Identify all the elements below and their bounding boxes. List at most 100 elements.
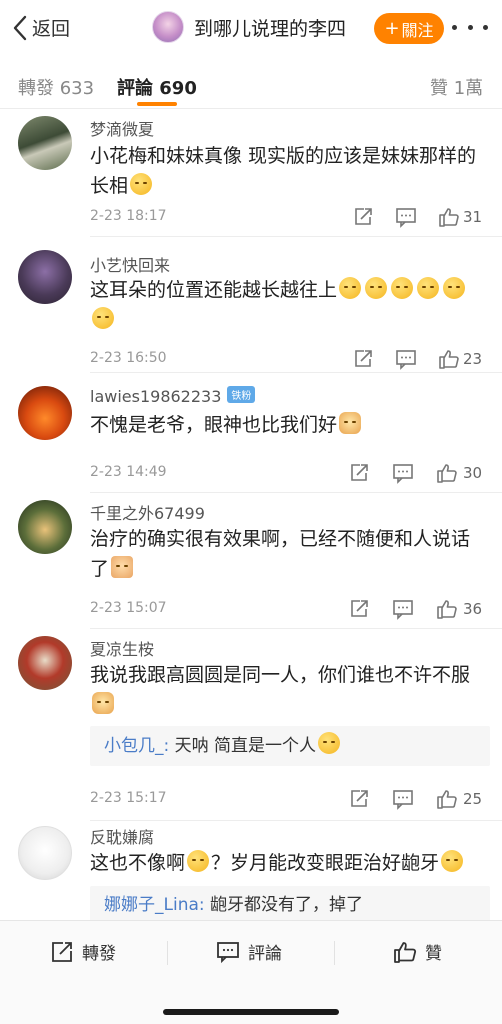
like-count: 36 bbox=[463, 600, 483, 618]
home-indicator[interactable] bbox=[163, 1009, 339, 1015]
like-count: 23 bbox=[463, 350, 483, 368]
chevron-left-icon bbox=[13, 15, 27, 40]
avatar[interactable] bbox=[18, 116, 72, 170]
comment-tabs: 轉發 633 評論 690 贊 1萬 bbox=[0, 64, 502, 108]
tab-repost[interactable]: 轉發 633 bbox=[18, 74, 94, 100]
like-count: 25 bbox=[463, 790, 483, 808]
repost-button[interactable]: 轉發 bbox=[50, 939, 116, 964]
plus-icon: + bbox=[384, 17, 400, 39]
tab-comment[interactable]: 評論 690 bbox=[117, 74, 197, 100]
share-icon[interactable] bbox=[348, 598, 370, 620]
avatar[interactable] bbox=[18, 826, 72, 880]
divider bbox=[90, 236, 502, 237]
comment-text: 小花梅和妹妹真像 现实版的应该是妹妹那样的长相 bbox=[90, 145, 477, 197]
cat-emoji-icon bbox=[339, 412, 362, 434]
cat-emoji-icon bbox=[92, 692, 114, 714]
like-icon bbox=[394, 941, 417, 963]
tab-like[interactable]: 贊 1萬 bbox=[430, 74, 483, 100]
divider bbox=[90, 492, 502, 493]
share-icon[interactable] bbox=[348, 462, 370, 484]
comment-icon[interactable] bbox=[395, 206, 417, 228]
divider bbox=[334, 941, 335, 965]
reply-preview[interactable]: 娜娜子_Lina: 龅牙都没有了，掉了 bbox=[90, 886, 490, 920]
comment-text: 这耳朵的位置还能越长越往上 bbox=[90, 275, 488, 335]
share-icon[interactable] bbox=[352, 348, 374, 370]
avatar[interactable] bbox=[18, 250, 72, 304]
like-button[interactable]: 贊 bbox=[393, 939, 442, 964]
follow-button[interactable]: + 關注 bbox=[374, 13, 444, 44]
avatar[interactable] bbox=[18, 500, 72, 554]
repost-label: 轉發 bbox=[82, 944, 116, 964]
comment-username[interactable]: 梦滴微夏 bbox=[90, 116, 154, 140]
comment-icon[interactable] bbox=[392, 598, 414, 620]
comment-username[interactable]: 夏凉生桉 bbox=[90, 636, 154, 660]
divider bbox=[0, 108, 502, 109]
avatar[interactable] bbox=[18, 636, 72, 690]
avatar[interactable] bbox=[18, 386, 72, 440]
pensive-emoji-icon bbox=[365, 277, 388, 299]
comment-time: 2-23 15:07 bbox=[90, 600, 167, 616]
comment-text: 治疗的确实很有效果啊，已经不随便和人说话了 bbox=[90, 528, 471, 580]
pensive-emoji-icon bbox=[391, 277, 414, 299]
reply-text: 龅牙都没有了，掉了 bbox=[210, 895, 364, 915]
divider bbox=[90, 628, 502, 629]
comment-icon[interactable] bbox=[392, 788, 414, 810]
back-button[interactable]: 返回 bbox=[12, 14, 70, 41]
like-icon[interactable] bbox=[436, 598, 458, 620]
like-icon[interactable] bbox=[436, 788, 458, 810]
comment-meta: 2-23 14:49 30 bbox=[90, 462, 488, 486]
comment-label: 評論 bbox=[248, 944, 282, 964]
comment-text: 这也不像啊 ？岁月能改变眼距治好龅牙 bbox=[90, 848, 488, 878]
more-dots-icon[interactable] bbox=[452, 14, 488, 40]
top-nav-bar: 返回 到哪儿说理的李四 + 關注 bbox=[0, 0, 502, 58]
active-tab-indicator bbox=[137, 102, 177, 106]
like-icon[interactable] bbox=[438, 206, 460, 228]
comment-username[interactable]: 小艺快回来 bbox=[90, 252, 170, 276]
post-author[interactable]: 到哪儿说理的李四 bbox=[152, 11, 346, 43]
like-count: 31 bbox=[463, 208, 483, 226]
comment-username[interactable]: 千里之外67499 bbox=[90, 500, 205, 524]
comment-meta: 2-23 18:17 31 bbox=[90, 206, 488, 230]
comment-meta: 2-23 16:50 23 bbox=[90, 348, 488, 372]
share-icon[interactable] bbox=[352, 206, 374, 228]
back-label: 返回 bbox=[32, 18, 71, 40]
thinking-emoji-icon bbox=[441, 850, 464, 872]
reply-preview[interactable]: 小包几_: 天呐 简直是一个人 bbox=[90, 726, 490, 766]
sweat-smile-emoji-icon bbox=[339, 277, 362, 299]
share-icon bbox=[52, 941, 72, 962]
comment-meta: 2-23 15:17 25 bbox=[90, 788, 488, 812]
comment-text: 我说我跟高圆圆是同一人，你们谁也不许不服 bbox=[90, 660, 488, 720]
laughing-emoji-icon bbox=[318, 732, 341, 754]
comment-meta: 2-23 15:07 36 bbox=[90, 598, 488, 622]
follow-label: 關注 bbox=[401, 20, 434, 40]
comment-list: 梦滴微夏 小花梅和妹妹真像 现实版的应该是妹妹那样的长相 2-23 18:17 … bbox=[0, 110, 502, 920]
divider bbox=[90, 372, 502, 373]
comment-username[interactable]: lawies19862233 铁粉 bbox=[90, 386, 256, 406]
like-icon[interactable] bbox=[436, 462, 458, 484]
comment-username[interactable]: 反耽嫌腐 bbox=[90, 824, 154, 848]
comment-icon[interactable] bbox=[392, 462, 414, 484]
comment-icon[interactable] bbox=[395, 348, 417, 370]
laugh-cry-emoji-icon bbox=[130, 173, 153, 195]
author-name: 到哪儿说理的李四 bbox=[194, 17, 347, 40]
like-icon[interactable] bbox=[438, 348, 460, 370]
reply-text: 天呐 简直是一个人 bbox=[174, 736, 317, 756]
pensive-emoji-icon bbox=[417, 277, 440, 299]
comment-time: 2-23 14:49 bbox=[90, 464, 167, 480]
fan-badge: 铁粉 bbox=[227, 386, 256, 403]
reply-username[interactable]: 娜娜子_Lina bbox=[104, 895, 199, 915]
thumbs-up-emoji-icon bbox=[111, 556, 134, 578]
comment-time: 2-23 15:17 bbox=[90, 790, 167, 806]
share-icon[interactable] bbox=[348, 788, 370, 810]
like-count: 30 bbox=[463, 464, 483, 482]
comment-icon bbox=[217, 941, 239, 963]
divider bbox=[167, 941, 168, 965]
thinking-emoji-icon bbox=[187, 850, 210, 872]
reply-username[interactable]: 小包几_ bbox=[104, 736, 164, 756]
author-avatar[interactable] bbox=[152, 11, 184, 43]
comment-time: 2-23 16:50 bbox=[90, 350, 167, 366]
pensive-emoji-icon bbox=[92, 307, 114, 329]
comment-text: 不愧是老爷，眼神也比我们好 bbox=[90, 410, 488, 440]
comment-button[interactable]: 評論 bbox=[216, 939, 282, 964]
comment-time: 2-23 18:17 bbox=[90, 208, 167, 224]
